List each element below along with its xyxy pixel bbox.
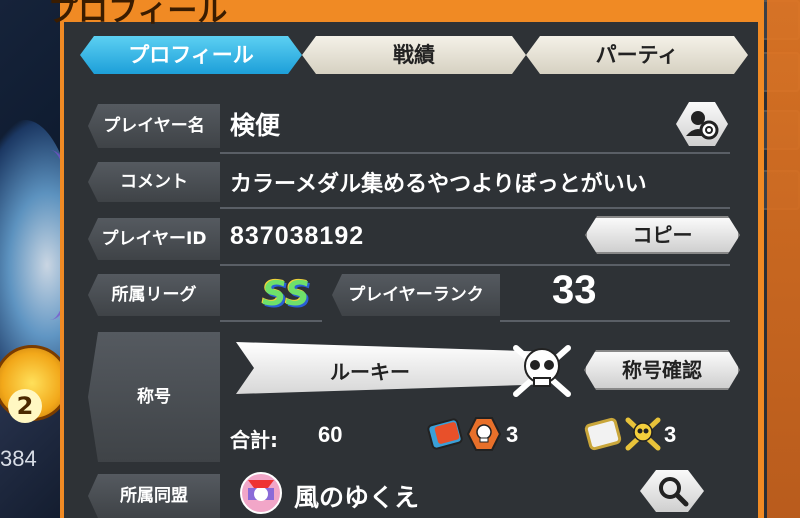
divider <box>220 320 322 322</box>
tab-profile[interactable]: プロフィール <box>80 36 302 74</box>
player-rank-value: 33 <box>552 268 597 312</box>
alliance-emblem-icon <box>240 472 282 514</box>
medal-count-2: 3 <box>664 422 677 447</box>
gold-title-medal-icon <box>584 417 661 451</box>
alliance-label: 所属同盟 <box>88 474 220 518</box>
comment-value: カラーメダル集めるやつよりぼっとがいい <box>230 172 647 197</box>
skull-crossbones-icon <box>513 345 571 397</box>
alliance-name: 風のゆくえ <box>294 483 420 512</box>
divider <box>220 264 730 266</box>
title-confirm-button[interactable]: 称号確認 <box>584 350 740 390</box>
player-rank-label: プレイヤーランク <box>332 274 500 316</box>
player-name-label: プレイヤー名 <box>88 104 220 148</box>
divider <box>500 320 730 322</box>
player-id-value: 837038192 <box>230 222 365 250</box>
copy-button[interactable]: コピー <box>585 216 740 254</box>
league-label: 所属リーグ <box>88 274 220 316</box>
player-id-label: プレイヤーID <box>88 218 220 260</box>
divider <box>220 207 730 209</box>
league-badge-icon: SS <box>262 274 310 314</box>
panel-title: プロフィール <box>48 0 228 29</box>
background-stat-number: 384 <box>0 446 37 471</box>
total-value: 60 <box>318 422 343 447</box>
tab-record[interactable]: 戦績 <box>302 36 526 74</box>
background-orange-panel <box>767 0 800 518</box>
comment-label: コメント <box>88 162 220 202</box>
tab-party[interactable]: パーティ <box>526 36 748 74</box>
medal-count-1: 3 <box>506 422 519 447</box>
colored-title-medal-icon <box>427 417 502 451</box>
divider <box>220 152 730 154</box>
total-label: 合計: <box>230 428 278 452</box>
title-value: ルーキー <box>330 360 410 384</box>
player-name-value: 検便 <box>230 111 281 140</box>
rank-medal-number: 2 <box>8 389 42 423</box>
title-label: 称号 <box>88 332 220 462</box>
